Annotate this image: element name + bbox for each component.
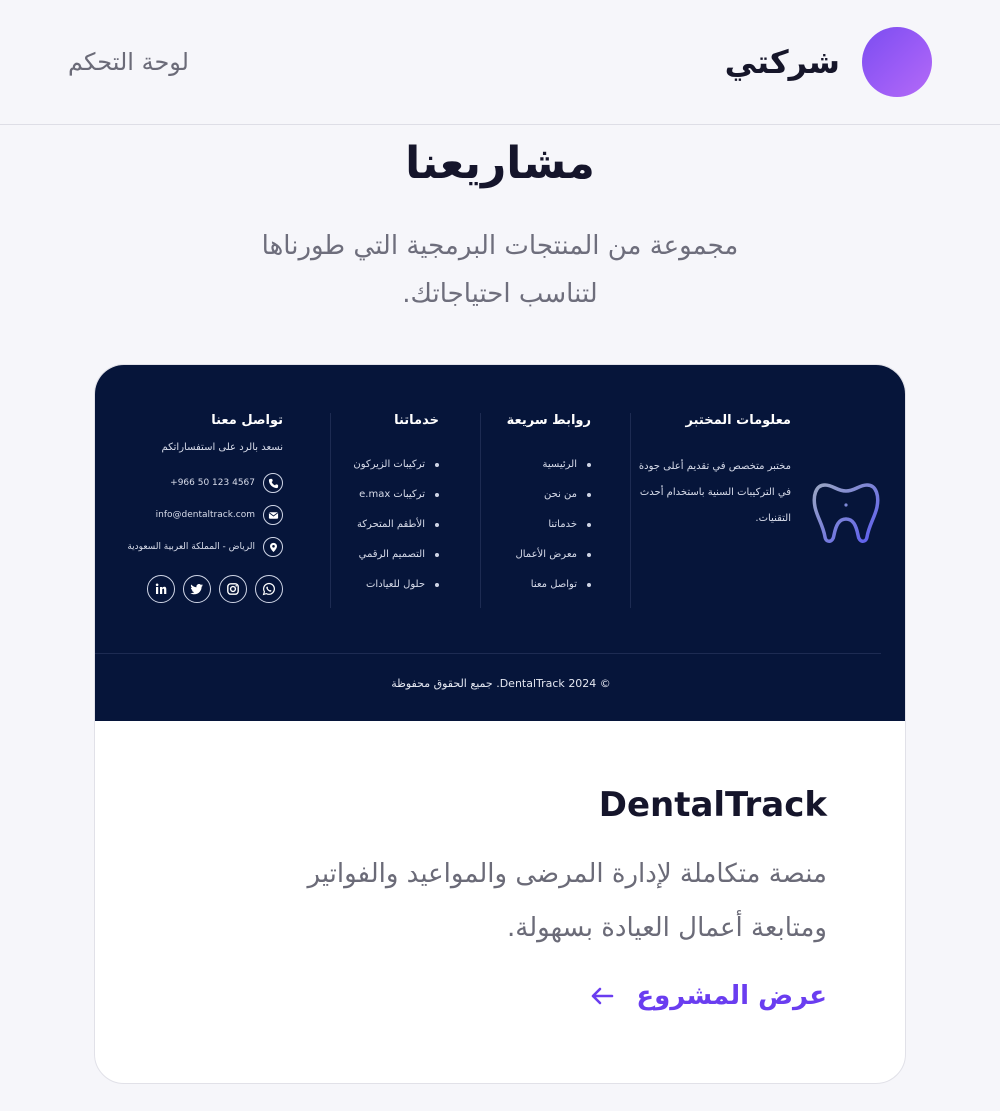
brand-name: شركتي <box>724 43 840 81</box>
instagram-icon[interactable] <box>219 575 247 603</box>
top-navbar: شركتي لوحة التحكم <box>0 0 1000 125</box>
envelope-icon <box>263 505 283 525</box>
whatsapp-icon[interactable] <box>255 575 283 603</box>
twitter-icon[interactable] <box>183 575 211 603</box>
phone-icon <box>263 473 283 493</box>
footer-divider <box>330 413 331 608</box>
footer-service-item[interactable]: تركيبات الزيركون <box>299 450 439 480</box>
map-pin-icon <box>263 537 283 557</box>
footer-copyright: © 2024 DentalTrack. جميع الحقوق محفوظة <box>391 677 611 690</box>
project-preview-image: معلومات المختبر مختبر متخصص في تقديم أعل… <box>95 365 905 721</box>
footer-divider <box>630 413 631 608</box>
contact-phone: +966 50 123 4567 <box>170 478 255 488</box>
footer-bottom-divider <box>95 653 881 654</box>
footer-service-item[interactable]: حلول للعيادات <box>299 570 439 600</box>
project-card: معلومات المختبر مختبر متخصص في تقديم أعل… <box>94 364 906 1084</box>
footer-contact-heading: تواصل معنا <box>211 413 283 428</box>
contact-email-row[interactable]: info@dentaltrack.com <box>123 505 283 525</box>
footer-service-item[interactable]: تركيبات e.max <box>299 480 439 510</box>
footer-contact: تواصل معنا نسعد بالرد على استفساراتكم +9… <box>123 413 283 603</box>
linkedin-icon[interactable] <box>147 575 175 603</box>
footer-lab-heading: معلومات المختبر <box>685 413 792 428</box>
section-subtitle: مجموعة من المنتجات البرمجية التي طورناها… <box>261 231 739 309</box>
project-title: DentalTrack <box>598 785 827 825</box>
tooth-icon <box>812 483 880 543</box>
footer-service-item[interactable]: الأطقم المتحركة <box>299 510 439 540</box>
footer-lab-text: مختبر متخصص في تقديم أعلى جودة في التركي… <box>638 461 791 524</box>
social-links <box>123 575 283 603</box>
footer-services-heading: خدماتنا <box>394 413 439 428</box>
footer-lab-info: معلومات المختبر مختبر متخصص في تقديم أعل… <box>631 413 791 532</box>
project-description: منصة متكاملة لإدارة المرضى والمواعيد وال… <box>307 859 827 943</box>
contact-address: الرياض - المملكة العربية السعودية <box>127 542 255 552</box>
view-project-link[interactable]: عرض المشروع <box>590 981 827 1011</box>
arrow-left-icon <box>592 987 614 1005</box>
view-project-label: عرض المشروع <box>636 981 827 1011</box>
footer-services: خدماتنا تركيبات الزيركون تركيبات e.max ا… <box>299 413 439 600</box>
brand[interactable]: شركتي <box>725 27 932 97</box>
brand-logo-icon <box>862 27 932 97</box>
dashboard-link[interactable]: لوحة التحكم <box>68 48 189 76</box>
footer-divider <box>480 413 481 608</box>
contact-phone-row[interactable]: +966 50 123 4567 <box>123 473 283 493</box>
footer-service-item[interactable]: التصميم الرقمي <box>299 540 439 570</box>
contact-email: info@dentaltrack.com <box>155 510 255 520</box>
contact-address-row: الرياض - المملكة العربية السعودية <box>123 537 283 557</box>
section-title: مشاريعنا <box>405 138 595 189</box>
footer-contact-note: نسعد بالرد على استفساراتكم <box>161 442 283 453</box>
